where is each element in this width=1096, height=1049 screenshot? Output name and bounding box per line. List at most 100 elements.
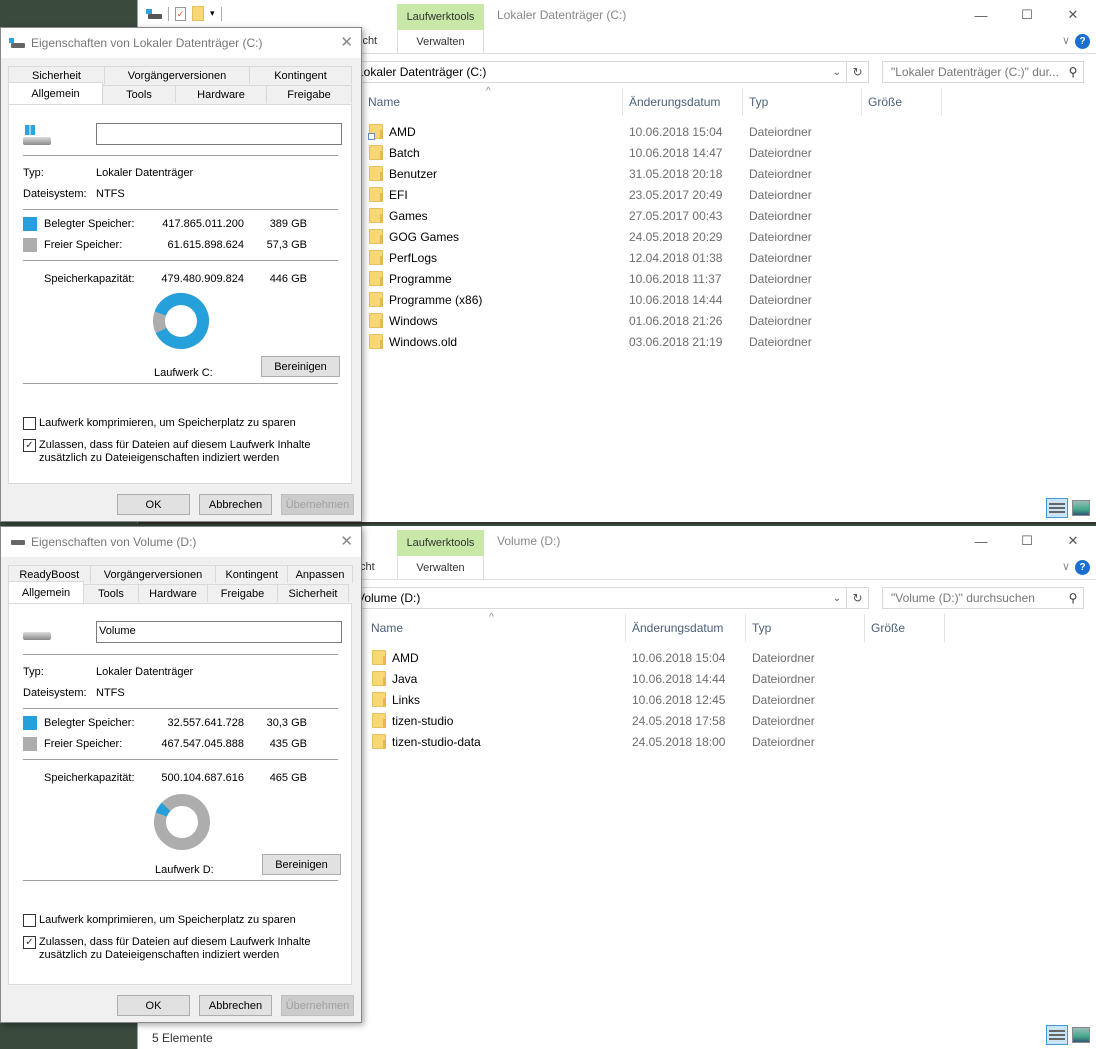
properties-dialog-d: Eigenschaften von Volume (D:) ✕ ReadyBoo… [0, 526, 362, 1023]
close-button[interactable]: ✕ [1050, 526, 1096, 556]
folder-icon [369, 208, 383, 223]
details-view-button[interactable] [1046, 1025, 1068, 1045]
column-size[interactable]: Größe [865, 614, 945, 642]
properties-dialog-c: Eigenschaften von Lokaler Datenträger (C… [0, 27, 362, 522]
chevron-down-icon[interactable]: ⌄ [828, 593, 846, 604]
details-view-button[interactable] [1046, 498, 1068, 518]
ok-button[interactable]: OK [117, 995, 190, 1016]
file-name: Games [389, 208, 428, 223]
column-type[interactable]: Typ [743, 88, 862, 116]
search-box[interactable]: "Lokaler Datenträger (C:)" dur... ⚲ [882, 61, 1084, 83]
search-box[interactable]: "Volume (D:)" durchsuchen ⚲ [882, 587, 1084, 609]
search-input[interactable]: "Lokaler Datenträger (C:)" dur... [891, 65, 1063, 79]
general-panel: Typ: Lokaler Datenträger Dateisystem: NT… [8, 104, 352, 484]
context-tab-laufwerktools[interactable]: Laufwerktools [397, 4, 484, 30]
column-name[interactable]: Name [365, 614, 626, 642]
tab-ansicht[interactable]: cht [360, 561, 375, 573]
chevron-down-icon[interactable]: ⌄ [828, 67, 846, 78]
column-name[interactable]: Name [362, 88, 623, 116]
file-type: Dateiordner [749, 250, 812, 265]
maximize-button[interactable]: ☐ [1004, 526, 1050, 556]
filesystem-label: Dateisystem: [23, 687, 87, 699]
tab-tools[interactable]: Tools [83, 584, 139, 602]
file-type: Dateiordner [749, 334, 812, 349]
apply-button[interactable]: Übernehmen [281, 494, 354, 515]
folder-icon [368, 124, 383, 140]
cleanup-button[interactable]: Bereinigen [261, 356, 340, 377]
index-checkbox[interactable]: ✓ [23, 936, 36, 949]
help-icon[interactable]: ? [1075, 34, 1090, 49]
volume-name-input[interactable]: Volume [96, 621, 342, 643]
window-title: Lokaler Datenträger (C:) [497, 8, 627, 22]
large-icons-view-button[interactable] [1072, 1027, 1090, 1043]
drive-icon[interactable] [146, 8, 162, 19]
tab-vorgaengerversionen[interactable]: Vorgängerversionen [104, 66, 250, 84]
cancel-button[interactable]: Abbrechen [199, 494, 272, 515]
file-type: Dateiordner [752, 671, 815, 686]
close-icon[interactable]: ✕ [340, 33, 353, 51]
tab-verwalten[interactable]: Verwalten [397, 556, 484, 580]
search-icon[interactable]: ⚲ [1063, 65, 1083, 79]
file-name: PerfLogs [389, 250, 438, 265]
new-folder-icon[interactable] [192, 6, 204, 21]
tab-verwalten[interactable]: Verwalten [397, 30, 484, 54]
tab-kontingent[interactable]: Kontingent [249, 66, 352, 84]
index-checkbox[interactable]: ✓ [23, 439, 36, 452]
index-label-line2: zusätzlich zu Dateieigenschaften indizie… [39, 949, 280, 961]
large-icons-view-button[interactable] [1072, 500, 1090, 516]
column-size[interactable]: Größe [862, 88, 942, 116]
column-type[interactable]: Typ [746, 614, 865, 642]
tab-hardware[interactable]: Hardware [138, 584, 208, 602]
close-button[interactable]: ✕ [1050, 0, 1096, 30]
compress-label: Laufwerk komprimieren, um Speicherplatz … [39, 914, 296, 926]
minimize-button[interactable]: — [958, 0, 1004, 30]
file-name: Windows.old [389, 334, 458, 349]
column-date[interactable]: Änderungsdatum [623, 88, 743, 116]
ok-button[interactable]: OK [117, 494, 190, 515]
properties-icon[interactable]: ✓ [175, 6, 186, 21]
refresh-icon[interactable]: ↻ [846, 62, 868, 82]
customize-quick-access-icon[interactable]: ▾ [210, 8, 215, 19]
capacity-bytes: 479.480.909.824 [161, 273, 244, 285]
tab-allgemein[interactable]: Allgemein [8, 581, 84, 603]
address-bar[interactable]: Lokaler Datenträger (C:) ⌄ ↻ [353, 61, 869, 83]
tab-allgemein[interactable]: Allgemein [8, 82, 103, 104]
tab-sicherheit[interactable]: Sicherheit [277, 584, 349, 602]
folder-icon [369, 313, 383, 328]
context-tab-laufwerktools[interactable]: Laufwerktools [397, 530, 484, 556]
close-icon[interactable]: ✕ [340, 532, 353, 550]
volume-name-input[interactable] [96, 123, 342, 145]
apply-button[interactable]: Übernehmen [281, 995, 354, 1016]
tab-ansicht[interactable]: icht [360, 35, 377, 47]
tab-vorgaengerversionen[interactable]: Vorgängerversionen [89, 565, 217, 583]
ribbon-expand-icon[interactable]: ∨ [1062, 560, 1070, 573]
tab-anpassen[interactable]: Anpassen [287, 565, 353, 583]
tab-hardware[interactable]: Hardware [175, 85, 267, 103]
refresh-icon[interactable]: ↻ [846, 588, 868, 608]
file-date: 24.05.2018 20:29 [629, 229, 723, 244]
cleanup-button[interactable]: Bereinigen [262, 854, 341, 875]
maximize-button[interactable]: ☐ [1004, 0, 1050, 30]
folder-icon [369, 292, 383, 307]
search-icon[interactable]: ⚲ [1063, 591, 1083, 605]
compress-checkbox[interactable] [23, 914, 36, 927]
tab-kontingent[interactable]: Kontingent [215, 565, 289, 583]
column-date[interactable]: Änderungsdatum [626, 614, 746, 642]
minimize-button[interactable]: — [958, 526, 1004, 556]
address-bar[interactable]: Volume (D:) ⌄ ↻ [353, 587, 869, 609]
usage-donut-chart [154, 794, 210, 850]
compress-checkbox[interactable] [23, 417, 36, 430]
file-type: Dateiordner [749, 208, 812, 223]
address-text[interactable]: Lokaler Datenträger (C:) [354, 65, 828, 79]
help-icon[interactable]: ? [1075, 560, 1090, 575]
search-input[interactable]: "Volume (D:)" durchsuchen [891, 591, 1063, 605]
ribbon-expand-icon[interactable]: ∨ [1062, 34, 1070, 47]
cancel-button[interactable]: Abbrechen [199, 995, 272, 1016]
used-space-label: Belegter Speicher: [44, 717, 135, 729]
drive-label: Laufwerk D: [155, 864, 214, 876]
address-text[interactable]: Volume (D:) [354, 591, 828, 605]
tab-freigabe[interactable]: Freigabe [207, 584, 278, 602]
tab-freigabe[interactable]: Freigabe [266, 85, 352, 103]
tab-tools[interactable]: Tools [102, 85, 176, 103]
used-space-bytes: 417.865.011.200 [162, 218, 244, 230]
